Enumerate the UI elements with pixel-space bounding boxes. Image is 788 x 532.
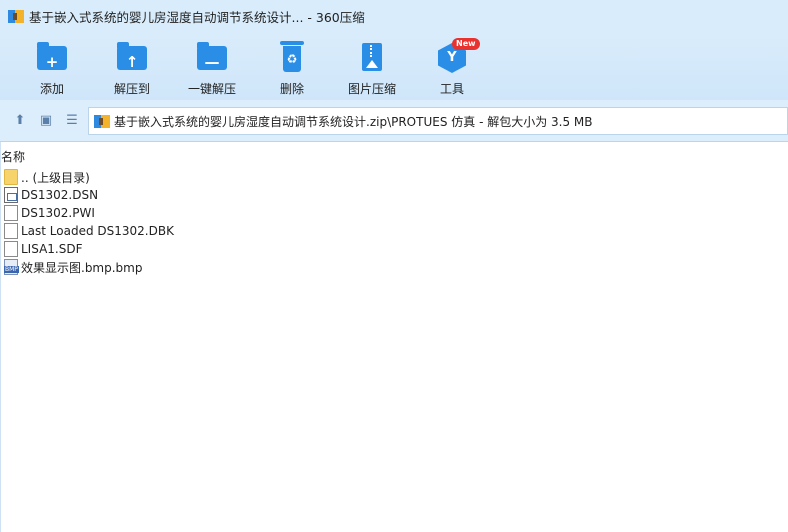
tools-label: 工具	[439, 82, 464, 96]
column-header-name[interactable]: 名称	[0, 148, 25, 164]
list-item[interactable]: Last Loaded DS1302.DBK	[0, 222, 788, 240]
tools-button[interactable]: Y New 工具	[417, 38, 487, 97]
tools-icon: Y New	[434, 38, 480, 76]
image-compress-icon	[354, 40, 390, 76]
list-item[interactable]: DS1302.DSN	[0, 186, 788, 204]
image-compress-label: 图片压缩	[347, 82, 396, 96]
thumbnail-view-icon[interactable]: ▣	[38, 113, 54, 129]
one-click-extract-button[interactable]: — 一键解压	[177, 40, 247, 97]
archive-icon	[8, 9, 24, 23]
dsn-file-icon	[4, 187, 18, 203]
add-button[interactable]: + 添加	[17, 40, 87, 97]
item-name: DS1302.PWI	[21, 206, 95, 220]
list-item[interactable]: DS1302.PWI	[0, 204, 788, 222]
address-bar[interactable]: 基于嵌入式系统的婴儿房湿度自动调节系统设计.zip\PROTUES 仿真 - 解…	[88, 107, 788, 135]
file-icon	[4, 241, 18, 257]
delete-label: 删除	[279, 82, 304, 96]
extract-to-label: 解压到	[113, 82, 150, 96]
file-icon	[4, 223, 18, 239]
new-badge: New	[452, 38, 480, 50]
folder-icon	[4, 169, 18, 185]
delete-button[interactable]: ♻ 删除	[257, 40, 327, 97]
recycle-bin-icon: ♻	[274, 40, 310, 76]
list-view-icon[interactable]: ☰	[64, 113, 80, 129]
archive-icon	[94, 114, 110, 128]
file-list: .. (上级目录) DS1302.DSN DS1302.PWI Last Loa…	[0, 168, 788, 276]
item-name: 效果显示图.bmp.bmp	[21, 260, 143, 275]
list-item[interactable]: BMP 效果显示图.bmp.bmp	[0, 258, 788, 276]
add-folder-icon: +	[34, 40, 70, 76]
title-bar: 基于嵌入式系统的婴儿房湿度自动调节系统设计... - 360压缩	[0, 0, 788, 32]
toolbar: + 添加 ↑ 解压到 — 一键解压 ♻ 删除 图片压缩 Y New 工具	[0, 32, 788, 100]
item-name: .. (上级目录)	[21, 170, 90, 185]
window-title: 基于嵌入式系统的婴儿房湿度自动调节系统设计... - 360压缩	[29, 9, 365, 25]
one-click-extract-icon: —	[194, 40, 230, 76]
one-click-extract-label: 一键解压	[187, 82, 236, 96]
extract-to-folder-icon: ↑	[114, 40, 150, 76]
item-name: Last Loaded DS1302.DBK	[21, 224, 174, 238]
navigation-bar: ⬆ ▣ ☰ 基于嵌入式系统的婴儿房湿度自动调节系统设计.zip\PROTUES …	[0, 100, 788, 142]
add-label: 添加	[39, 82, 64, 96]
address-path: 基于嵌入式系统的婴儿房湿度自动调节系统设计.zip\PROTUES 仿真 - 解…	[114, 114, 593, 129]
extract-to-button[interactable]: ↑ 解压到	[97, 40, 167, 97]
file-icon	[4, 205, 18, 221]
image-compress-button[interactable]: 图片压缩	[337, 40, 407, 97]
item-name: LISA1.SDF	[21, 242, 83, 256]
list-item[interactable]: LISA1.SDF	[0, 240, 788, 258]
item-name: DS1302.DSN	[21, 188, 99, 202]
up-arrow-icon[interactable]: ⬆	[12, 113, 28, 129]
list-item-parent[interactable]: .. (上级目录)	[0, 168, 788, 186]
bmp-file-icon: BMP	[4, 259, 19, 275]
